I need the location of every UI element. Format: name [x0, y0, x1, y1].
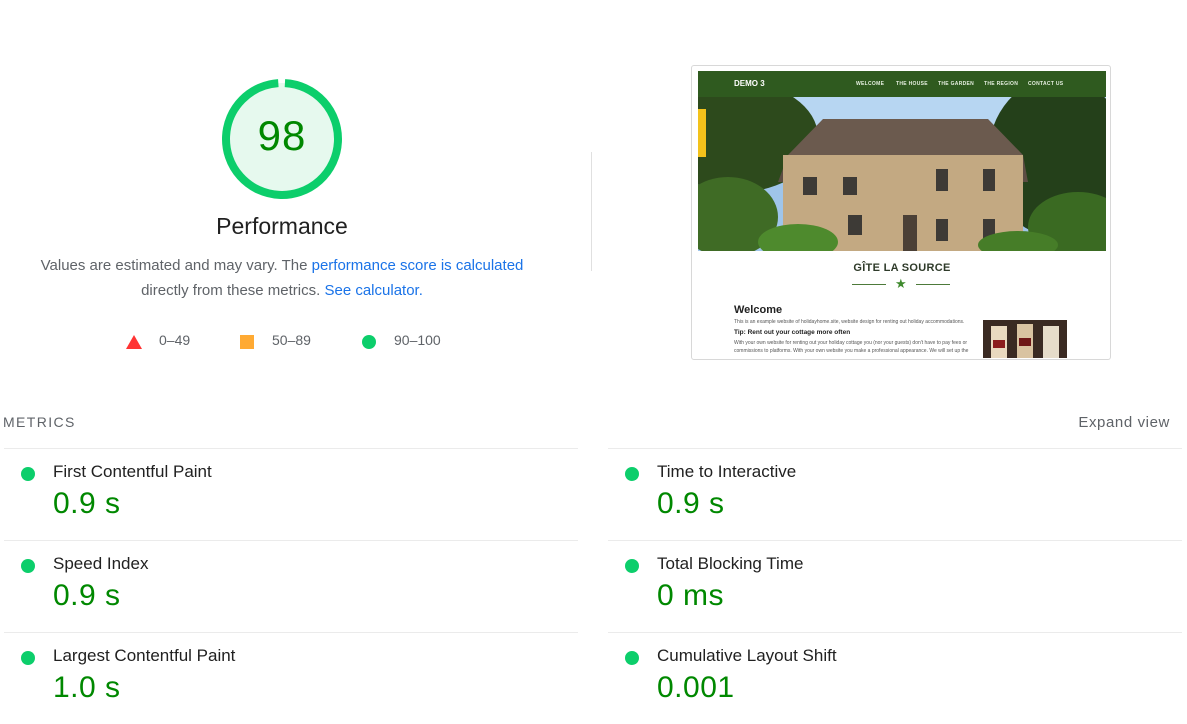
metric-value: 0.9 s — [53, 579, 121, 612]
metric-name: Largest Contentful Paint — [53, 646, 236, 665]
metric-time-to-interactive: Time to Interactive 0.9 s — [608, 448, 1182, 540]
metric-value: 0 ms — [657, 579, 725, 612]
thumbnail-brand: DEMO 3 — [734, 79, 765, 88]
thumbnail-body-line-1: With your own website for renting out yo… — [734, 340, 968, 346]
thumbnail-nav-welcome: WELCOME — [856, 81, 885, 87]
legend-fail: 0–49 — [126, 330, 190, 350]
thumbnail-nav-region: THE REGION — [984, 81, 1019, 87]
thumbnail-rule-left — [852, 284, 886, 285]
description-text-2: directly from these metrics. — [141, 282, 321, 299]
description-line-2: directly from these metrics. See calcula… — [0, 282, 564, 299]
legend-pass: 90–100 — [362, 330, 441, 350]
thumbnail-navbar: DEMO 3 WELCOME THE HOUSE THE GARDEN THE … — [698, 71, 1106, 97]
performance-category-title: Performance — [216, 213, 348, 239]
thumbnail-body-line-2: commissions to platforms. With your own … — [734, 348, 969, 354]
thumbnail-welcome-heading: Welcome — [734, 304, 783, 316]
metric-value: 0.001 — [657, 671, 735, 704]
metric-first-contentful-paint: First Contentful Paint 0.9 s — [4, 448, 578, 540]
legend-fail-label: 0–49 — [159, 332, 191, 348]
performance-score-value: 98 — [257, 112, 307, 159]
vertical-divider — [591, 152, 592, 271]
score-calculation-link[interactable]: performance score is calculated — [312, 257, 524, 274]
metrics-section-label: METRICS — [3, 414, 76, 430]
expand-view-toggle[interactable]: Expand view — [1048, 414, 1170, 431]
metric-name: First Contentful Paint — [53, 462, 212, 481]
pass-circle-icon — [625, 651, 639, 665]
metric-name: Total Blocking Time — [657, 554, 804, 573]
metric-value: 1.0 s — [53, 671, 121, 704]
metric-name: Speed Index — [53, 554, 149, 573]
final-screenshot-thumbnail[interactable]: DEMO 3 WELCOME THE HOUSE THE GARDEN THE … — [691, 65, 1111, 360]
metric-total-blocking-time: Total Blocking Time 0 ms — [608, 540, 1182, 632]
metric-value: 0.9 s — [53, 487, 121, 520]
description-line-1: Values are estimated and may vary. The p… — [0, 257, 564, 274]
metric-name: Time to Interactive — [657, 462, 797, 481]
star-icon: ★ — [895, 276, 907, 291]
metric-largest-contentful-paint: Largest Contentful Paint 1.0 s — [4, 632, 578, 724]
square-icon — [240, 334, 254, 349]
metric-name: Cumulative Layout Shift — [657, 646, 837, 665]
metric-speed-index: Speed Index 0.9 s — [4, 540, 578, 632]
pass-circle-icon — [625, 467, 639, 481]
see-calculator-link[interactable]: See calculator. — [324, 282, 422, 299]
thumbnail-nav-house: THE HOUSE — [896, 81, 928, 87]
thumbnail-tip-heading: Tip: Rent out your cottage more often — [734, 329, 851, 336]
metric-value: 0.9 s — [657, 487, 725, 520]
house-photo — [698, 97, 1106, 251]
pass-circle-icon — [625, 559, 639, 573]
pass-circle-icon — [21, 467, 35, 481]
pass-circle-icon — [21, 651, 35, 665]
thumbnail-intro-text: This is an example website of holidayhom… — [734, 319, 965, 325]
circle-icon — [362, 334, 376, 349]
thumbnail-site-name: GÎTE LA SOURCE — [853, 262, 951, 274]
thumbnail-side-tab — [698, 109, 706, 157]
thumbnail-nav-garden: THE GARDEN — [938, 81, 975, 87]
legend-average-label: 50–89 — [272, 332, 311, 348]
thumbnail-nav-contact: CONTACT US — [1028, 81, 1064, 87]
pass-circle-icon — [21, 559, 35, 573]
legend-pass-label: 90–100 — [394, 332, 441, 348]
thumbnail-rule-right — [916, 284, 950, 285]
description-text-1: Values are estimated and may vary. The — [40, 257, 308, 274]
metric-cumulative-layout-shift: Cumulative Layout Shift 0.001 — [608, 632, 1182, 724]
legend-average: 50–89 — [240, 330, 311, 350]
wine-bottles-photo — [983, 320, 1067, 358]
triangle-icon — [126, 335, 142, 349]
